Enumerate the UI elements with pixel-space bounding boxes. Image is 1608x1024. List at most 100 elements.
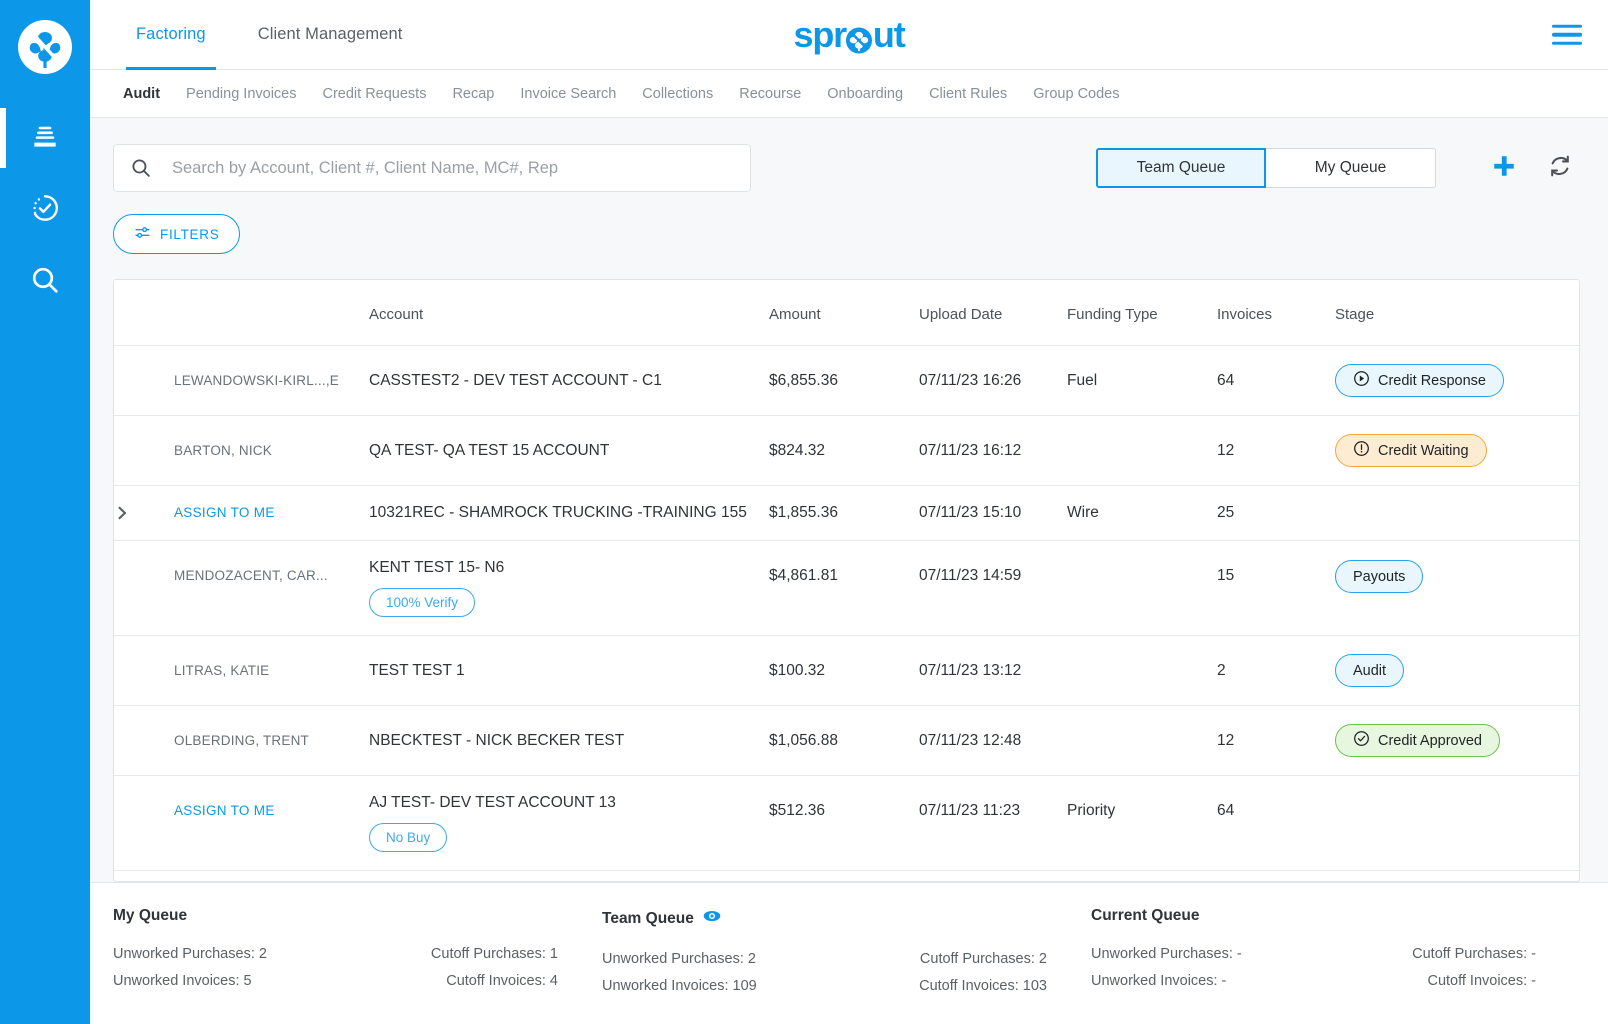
col-header-stage[interactable]: Stage	[1335, 280, 1579, 346]
amount-cell: $1,563.87	[769, 871, 919, 882]
invoices-cell: 12	[1217, 705, 1335, 776]
table-row[interactable]: LITRAS, KATIE TEST TEST 1 $100.32 07/11/…	[114, 635, 1579, 706]
col-header-account[interactable]: Account	[369, 280, 769, 346]
table-row[interactable]: ROBERTS, CHAD SPROUT TST 15 - C6C $1,563…	[114, 871, 1579, 882]
tab-client-management-label: Client Management	[257, 25, 403, 43]
status-badge-label: Credit Response	[1378, 372, 1486, 389]
table-row[interactable]: MENDOZACENT, CAR... KENT TEST 15- N6 100…	[114, 540, 1579, 636]
subnav-item-audit-label: Audit	[123, 85, 161, 102]
subnav-item-recap[interactable]: Recap	[439, 86, 507, 102]
invoices-cell: 15	[1217, 540, 1335, 636]
subnav-item-credit-requests-label: Credit Requests	[322, 85, 427, 102]
expand-cell	[114, 871, 174, 882]
plus-icon	[1491, 153, 1517, 184]
stage-cell: Credit Waiting	[1335, 415, 1579, 486]
status-badge[interactable]: Credit Approved	[1335, 724, 1500, 757]
footer-col-left: Unworked Purchases: - Unworked Invoices:…	[1091, 941, 1314, 995]
subnav-item-group-codes[interactable]: Group Codes	[1020, 86, 1132, 102]
rail-item-search[interactable]	[0, 246, 90, 318]
clover-icon	[846, 24, 873, 54]
status-badge-label: Credit Waiting	[1378, 442, 1469, 459]
footer-col-right: Cutoff Purchases: 1 Cutoff Invoices: 4	[336, 941, 585, 995]
expand-cell[interactable]	[114, 485, 174, 541]
footer-group-current-queue: Current Queue Unworked Purchases: - Unwo…	[1091, 907, 1580, 1000]
table-row[interactable]: OLBERDING, TRENT NBECKTEST - NICK BECKER…	[114, 705, 1579, 776]
stat-unworked-purchases: Unworked Purchases: -	[1091, 946, 1242, 963]
brand-logo: spr ut	[793, 16, 906, 54]
top-bar: Factoring Client Management spr ut	[90, 0, 1608, 70]
account-name: KENT TEST 15- N6	[369, 559, 505, 576]
upload-date-cell: 07/11/23 16:12	[919, 415, 1067, 486]
col-header-invoices[interactable]: Invoices	[1217, 280, 1335, 346]
table-row[interactable]: ASSIGN TO ME AJ TEST- DEV TEST ACCOUNT 1…	[114, 775, 1579, 871]
invoices-cell: 64	[1217, 775, 1335, 871]
add-button[interactable]	[1484, 148, 1524, 188]
account-cell: AJ TEST- DEV TEST ACCOUNT 13 No Buy	[369, 775, 769, 871]
rail-item-pending[interactable]	[0, 174, 90, 246]
table-row[interactable]: LEWANDOWSKI-KIRL...,E CASSTEST2 - DEV TE…	[114, 345, 1579, 416]
subnav-item-onboarding[interactable]: Onboarding	[814, 86, 916, 102]
stat-unworked-invoices: Unworked Invoices: 109	[602, 978, 757, 995]
tab-factoring[interactable]: Factoring	[110, 0, 232, 70]
subnav-item-invoice-search-label: Invoice Search	[520, 85, 617, 102]
rep-cell[interactable]: ASSIGN TO ME	[174, 775, 369, 871]
expand-cell	[114, 705, 174, 776]
invoices-cell: 64	[1217, 345, 1335, 416]
rep-name: MENDOZACENT, CAR...	[174, 568, 328, 583]
stat-unworked-purchases: Unworked Purchases: 2	[113, 946, 267, 963]
table-row[interactable]: ASSIGN TO ME 10321REC - SHAMROCK TRUCKIN…	[114, 485, 1579, 541]
chevron-right-icon[interactable]	[114, 505, 130, 521]
refresh-button[interactable]	[1540, 148, 1580, 188]
tab-client-management[interactable]: Client Management	[232, 0, 429, 69]
footer-my-queue-title: My Queue	[113, 907, 188, 925]
subnav-item-pending-invoices[interactable]: Pending Invoices	[173, 86, 309, 102]
col-header-amount[interactable]: Amount	[769, 280, 919, 346]
account-name: 10321REC - SHAMROCK TRUCKING -TRAINING 1…	[369, 504, 747, 521]
status-badge[interactable]: Credit Waiting	[1335, 434, 1487, 467]
expand-cell	[114, 775, 174, 871]
filters-button-label: FILTERS	[160, 226, 220, 242]
search-box[interactable]	[113, 144, 751, 192]
assign-to-me-link[interactable]: ASSIGN TO ME	[174, 505, 275, 520]
team-queue-label: Team Queue	[1136, 159, 1226, 176]
team-queue-button[interactable]: Team Queue	[1096, 148, 1266, 188]
eye-icon[interactable]	[703, 907, 721, 930]
subnav-item-recourse[interactable]: Recourse	[726, 86, 814, 102]
subnav-item-client-rules[interactable]: Client Rules	[916, 86, 1020, 102]
table-row[interactable]: BARTON, NICK QA TEST- QA TEST 15 ACCOUNT…	[114, 415, 1579, 486]
account-tag[interactable]: No Buy	[369, 823, 448, 852]
my-queue-button[interactable]: My Queue	[1266, 148, 1436, 188]
status-badge[interactable]: Payouts	[1335, 560, 1424, 593]
subnav-item-group-codes-label: Group Codes	[1033, 85, 1120, 102]
subnav-item-credit-requests[interactable]: Credit Requests	[309, 86, 439, 102]
status-badge[interactable]: Audit	[1335, 654, 1405, 687]
col-header-funding-type[interactable]: Funding Type	[1067, 280, 1217, 346]
account-tag[interactable]: 100% Verify	[369, 588, 476, 617]
table-head: Account Amount Upload Date Funding Type …	[114, 280, 1579, 346]
filters-button[interactable]: FILTERS	[113, 214, 241, 254]
expand-cell	[114, 635, 174, 706]
stage-cell	[1335, 485, 1579, 541]
content-area: Team Queue My Queue	[90, 118, 1608, 883]
amount-cell: $100.32	[769, 635, 919, 706]
rep-cell: OLBERDING, TRENT	[174, 705, 369, 776]
hamburger-menu-icon[interactable]	[1552, 24, 1582, 45]
amount-cell: $512.36	[769, 775, 919, 871]
subnav-item-invoice-search[interactable]: Invoice Search	[507, 86, 629, 102]
status-badge[interactable]: Credit Response	[1335, 364, 1504, 397]
subnav-item-audit[interactable]: Audit	[110, 86, 173, 102]
queue-summary-footer: My Queue Unworked Purchases: 2 Unworked …	[90, 882, 1608, 1024]
rail-item-queue[interactable]	[0, 102, 90, 174]
rep-cell: ROBERTS, CHAD	[174, 871, 369, 882]
rep-cell[interactable]: ASSIGN TO ME	[174, 485, 369, 541]
clover-logo-icon[interactable]	[18, 20, 72, 74]
col-header-upload-date[interactable]: Upload Date	[919, 280, 1067, 346]
stage-cell: Credit Denied	[1335, 871, 1579, 882]
expand-cell	[114, 415, 174, 486]
stat-unworked-invoices: Unworked Invoices: 5	[113, 973, 252, 990]
upload-date-cell: 07/11/23 12:48	[919, 705, 1067, 776]
assign-to-me-link[interactable]: ASSIGN TO ME	[174, 803, 275, 818]
subnav-item-collections[interactable]: Collections	[629, 86, 726, 102]
table-header-row: Account Amount Upload Date Funding Type …	[114, 280, 1579, 346]
search-input[interactable]	[152, 145, 750, 191]
